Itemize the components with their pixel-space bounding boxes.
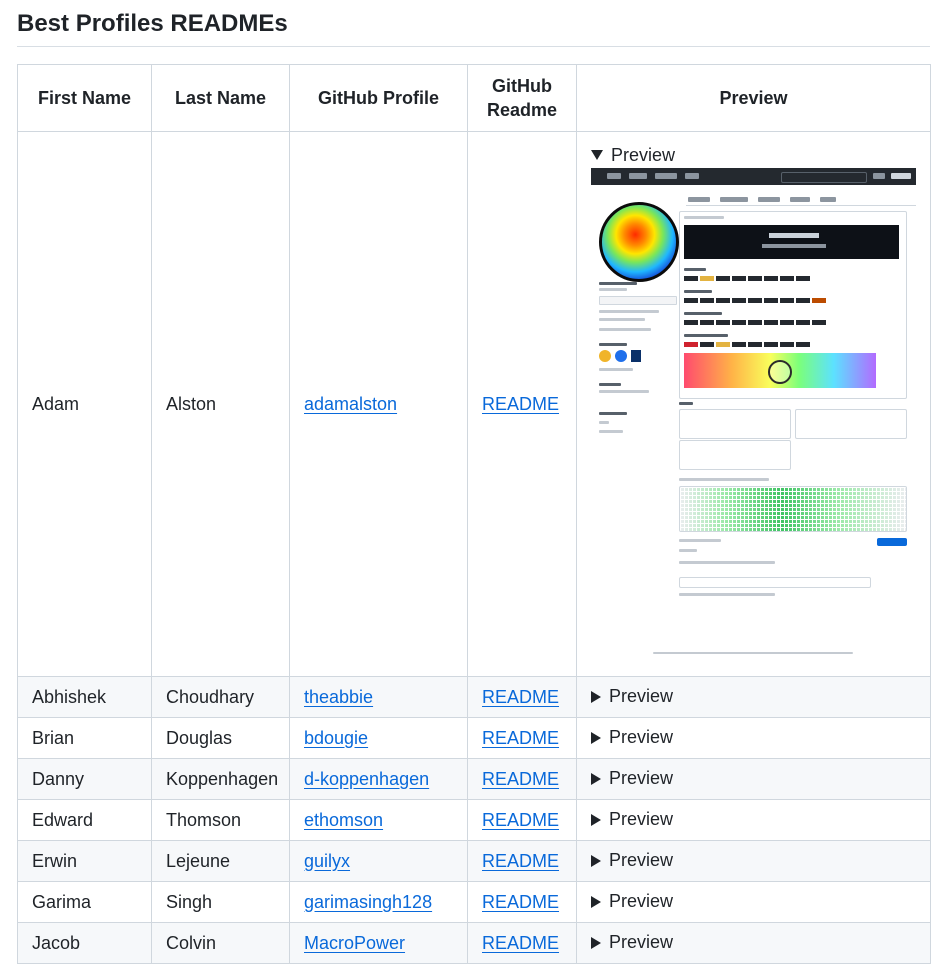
page-title: Best Profiles READMEs	[17, 10, 288, 37]
contribution-graph-graphic	[679, 485, 907, 532]
first-name-cell: Jacob	[17, 922, 152, 964]
profile-link[interactable]: MacroPower	[304, 933, 405, 953]
profile-link[interactable]: theabbie	[304, 687, 373, 707]
triangle-right-icon	[591, 813, 601, 826]
header-first-name: First Name	[17, 64, 152, 132]
preview-label: Preview	[609, 850, 674, 871]
preview-toggle[interactable]: Preview	[591, 809, 673, 830]
triangle-right-icon	[591, 772, 601, 785]
preview-toggle[interactable]: Preview	[591, 727, 673, 748]
readme-link[interactable]: README	[482, 687, 559, 707]
readme-link[interactable]: README	[482, 933, 559, 953]
preview-label: Preview	[609, 727, 674, 748]
triangle-right-icon	[591, 690, 601, 703]
last-name-cell: Lejeune	[151, 840, 290, 882]
header-github-profile: GitHub Profile	[289, 64, 468, 132]
title-divider	[17, 46, 930, 47]
first-name-cell: Abhishek	[17, 676, 152, 718]
preview-toggle[interactable]: Preview	[591, 145, 675, 166]
first-name-cell: Adam	[17, 131, 152, 677]
first-name-cell: Edward	[17, 799, 152, 841]
table-header-row: First Name Last Name GitHub Profile GitH…	[17, 64, 931, 132]
table-row: Edward Thomson ethomson README Preview	[17, 799, 931, 841]
last-name-cell: Koppenhagen	[151, 758, 290, 800]
preview-label: Preview	[611, 144, 676, 165]
search-box-graphic	[781, 171, 867, 183]
header-last-name: Last Name	[151, 64, 290, 132]
first-name-cell: Danny	[17, 758, 152, 800]
first-name-cell: Brian	[17, 717, 152, 759]
github-header-bar	[591, 167, 916, 185]
table-row: Jacob Colvin MacroPower README Preview	[17, 922, 931, 964]
last-name-cell: Douglas	[151, 717, 290, 759]
last-name-cell: Colvin	[151, 922, 290, 964]
triangle-right-icon	[591, 731, 601, 744]
profile-preview-image	[591, 167, 916, 658]
preview-label: Preview	[609, 891, 674, 912]
table-row: Erwin Lejeune guilyx README Preview	[17, 840, 931, 882]
table-row: Abhishek Choudhary theabbie README Previ…	[17, 676, 931, 718]
first-name-cell: Garima	[17, 881, 152, 923]
readme-link[interactable]: README	[482, 769, 559, 789]
preview-toggle[interactable]: Preview	[591, 768, 673, 789]
profile-link[interactable]: bdougie	[304, 728, 368, 748]
profile-link[interactable]: garimasingh128	[304, 892, 432, 912]
table-row: Adam Alston adamalston README Preview	[17, 131, 931, 677]
header-preview: Preview	[576, 64, 931, 132]
avatar	[599, 201, 679, 282]
preview-label: Preview	[609, 686, 674, 707]
readme-link[interactable]: README	[482, 892, 559, 912]
preview-toggle[interactable]: Preview	[591, 932, 673, 953]
readme-banner	[684, 224, 899, 259]
preview-label: Preview	[609, 768, 674, 789]
profiles-table: First Name Last Name GitHub Profile GitH…	[17, 64, 931, 964]
header-github-readme: GitHub Readme	[467, 64, 577, 132]
readme-link[interactable]: README	[482, 851, 559, 871]
readme-link[interactable]: README	[482, 728, 559, 748]
last-name-cell: Alston	[151, 131, 290, 677]
preview-toggle[interactable]: Preview	[591, 850, 673, 871]
preview-label: Preview	[609, 932, 674, 953]
table-row: Brian Douglas bdougie README Preview	[17, 717, 931, 759]
preview-toggle[interactable]: Preview	[591, 891, 673, 912]
table-row: Garima Singh garimasingh128 README Previ…	[17, 881, 931, 923]
last-name-cell: Choudhary	[151, 676, 290, 718]
preview-label: Preview	[609, 809, 674, 830]
triangle-right-icon	[591, 854, 601, 867]
first-name-cell: Erwin	[17, 840, 152, 882]
profile-tabs-graphic	[686, 195, 916, 206]
triangle-right-icon	[591, 936, 601, 949]
readme-link[interactable]: README	[482, 394, 559, 414]
triangle-right-icon	[591, 895, 601, 908]
last-name-cell: Thomson	[151, 799, 290, 841]
profile-link[interactable]: adamalston	[304, 394, 397, 414]
last-name-cell: Singh	[151, 881, 290, 923]
triangle-down-icon	[591, 150, 603, 160]
preview-toggle[interactable]: Preview	[591, 686, 673, 707]
table-row: Danny Koppenhagen d-koppenhagen README P…	[17, 758, 931, 800]
readme-stats-graphic	[684, 352, 876, 388]
readme-link[interactable]: README	[482, 810, 559, 830]
profile-link[interactable]: guilyx	[304, 851, 350, 871]
profile-link[interactable]: ethomson	[304, 810, 383, 830]
profile-link[interactable]: d-koppenhagen	[304, 769, 429, 789]
